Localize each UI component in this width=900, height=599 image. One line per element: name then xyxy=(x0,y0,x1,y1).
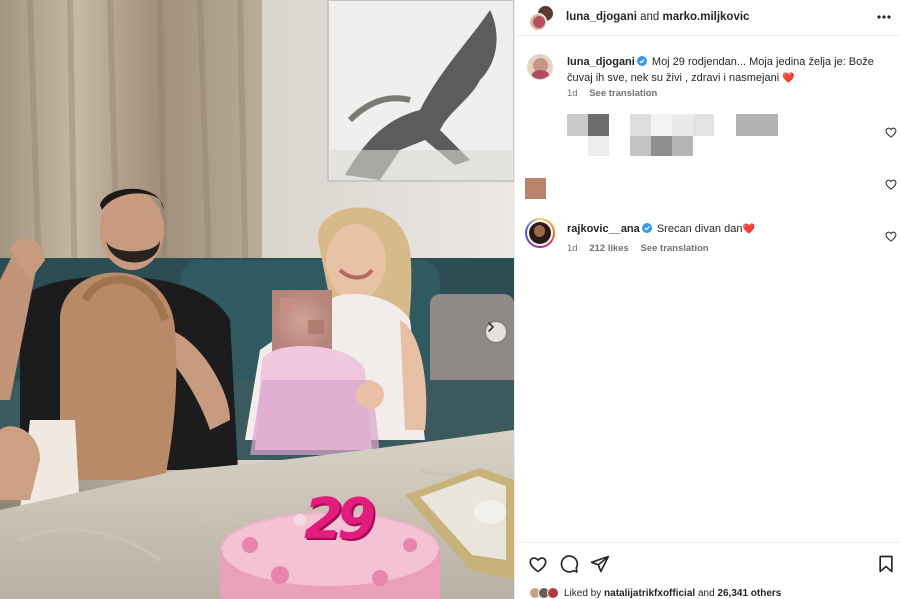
likes-others-count[interactable]: 26,341 others xyxy=(717,588,781,599)
comment-username[interactable]: rajkovic__ana xyxy=(567,223,640,235)
share-button[interactable] xyxy=(590,554,610,574)
pixelated-avatar xyxy=(525,178,546,199)
comment-bubble-icon xyxy=(560,555,579,573)
caption-meta: 1d See translation xyxy=(567,88,666,99)
liked-by-row: Liked by natalijatrikfxofficial and 26,3… xyxy=(529,587,781,599)
like-comment-button[interactable] xyxy=(885,125,897,138)
comment-meta: 1d 212 likes See translation xyxy=(567,243,718,254)
see-translation-link[interactable]: See translation xyxy=(640,243,708,254)
post-actions: Liked by natalijatrikfxofficial and 26,3… xyxy=(515,542,900,599)
liked-by-and: and xyxy=(697,587,715,599)
chevron-right-icon xyxy=(488,322,494,332)
collab-avatars[interactable] xyxy=(529,5,555,31)
comment-age[interactable]: 1d xyxy=(567,243,578,254)
comment-likes-count[interactable]: 212 likes xyxy=(589,243,629,254)
more-horizontal-icon xyxy=(877,15,891,19)
post-side-panel: luna_djogani and marko.miljkovic luna_dj… xyxy=(514,0,900,599)
heart-outline-icon xyxy=(529,557,547,573)
liked-by-username[interactable]: natalijatrikfxofficial xyxy=(604,588,695,599)
paper-plane-icon xyxy=(590,555,610,573)
author-username[interactable]: luna_djogani xyxy=(566,11,637,23)
coauthor-username[interactable]: marko.miljkovic xyxy=(663,11,750,23)
next-photo-button[interactable] xyxy=(486,322,506,342)
see-translation-link[interactable]: See translation xyxy=(589,88,657,99)
avatar[interactable] xyxy=(529,13,547,31)
liked-by-prefix: Liked by xyxy=(564,587,602,599)
liked-by-text: Liked by natalijatrikfxofficial and 26,3… xyxy=(564,588,781,599)
post-header: luna_djogani and marko.miljkovic xyxy=(515,0,900,36)
caption-username[interactable]: luna_djogani xyxy=(567,56,635,68)
comment-body: Srecan divan dan xyxy=(656,223,743,235)
more-options-button[interactable] xyxy=(875,9,893,25)
heart-outline-icon xyxy=(885,231,897,242)
comment-text-block: rajkovic__ana Srecan divan dan❤️ xyxy=(567,223,755,235)
avatar[interactable] xyxy=(547,587,559,599)
birthday-photo-illustration xyxy=(0,0,514,599)
post-authors: luna_djogani and marko.miljkovic xyxy=(566,11,749,23)
heart-emoji: ❤️ xyxy=(742,224,755,235)
like-comment-button[interactable] xyxy=(885,229,897,242)
heart-emoji: ❤️ xyxy=(782,73,795,84)
like-button[interactable] xyxy=(528,554,548,574)
avatar[interactable] xyxy=(527,54,553,80)
like-comment-button[interactable] xyxy=(885,177,897,190)
save-button[interactable] xyxy=(876,554,896,574)
heart-outline-icon xyxy=(885,127,897,138)
heart-outline-icon xyxy=(885,179,897,190)
authors-connector: and xyxy=(640,11,660,23)
comment-button[interactable] xyxy=(559,554,579,574)
cake-number-candle: 29 xyxy=(304,487,376,552)
post-photo[interactable]: 29 xyxy=(0,0,514,599)
caption-age[interactable]: 1d xyxy=(567,88,578,99)
avatar[interactable] xyxy=(525,218,555,248)
verified-badge-icon xyxy=(641,223,652,233)
bookmark-icon xyxy=(879,555,893,573)
caption-text-block: luna_djogani Moj 29 rodjendan... Moja je… xyxy=(567,54,897,87)
pixelated-emoji-content xyxy=(567,114,797,158)
verified-badge-icon xyxy=(636,56,647,66)
